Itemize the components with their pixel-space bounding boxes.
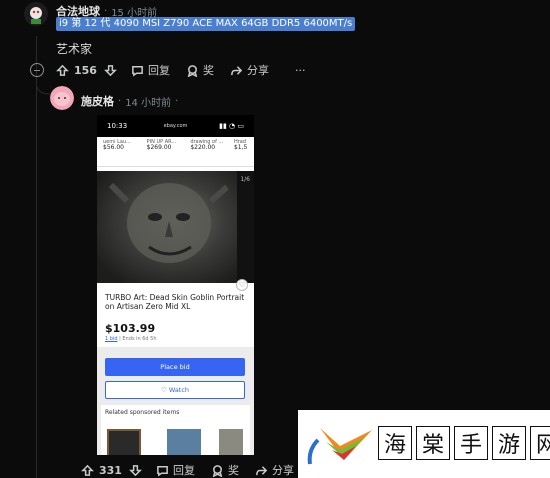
avatar[interactable] (50, 86, 74, 110)
watch-button: ♡ Watch (105, 381, 245, 399)
downvote-icon[interactable] (129, 464, 142, 477)
share-icon (256, 465, 268, 475)
award-button[interactable]: 奖 (186, 62, 214, 78)
goblin-portrait-image (97, 171, 237, 283)
related-thumb (219, 429, 243, 455)
place-bid-button: Place bid (105, 358, 245, 376)
url-bar: ebay.com (163, 123, 188, 129)
downvote-icon[interactable] (104, 64, 117, 77)
more-icon: ··· (294, 63, 306, 77)
watermark-logo-icon (307, 428, 372, 465)
similar-items-row: uemi Lau... $56.00 PIN UP AR... $269.00 dr… (97, 137, 254, 167)
related-items: Related sponsored items (101, 405, 250, 455)
comment-body: 艺术家 (56, 42, 93, 56)
listing-title: TURBO Art: Dead Skin Goblin Portrait on … (105, 293, 245, 311)
related-title: Related sponsored items (105, 409, 180, 416)
embedded-image[interactable]: 10:33 ▮▮ ◔ ▭ ebay.com uemi Lau... $56.00 … (97, 115, 254, 455)
watermark-char: 棠 (416, 426, 450, 460)
award-icon (212, 464, 223, 477)
vote-count: 156 (74, 63, 97, 77)
similar-item: PIN UP AR... $269.00 (146, 139, 177, 151)
related-thumb (167, 429, 201, 455)
vote-count: 331 (99, 463, 122, 477)
share-label: 分享 (246, 64, 269, 77)
phone-status-bar: 10:33 ▮▮ ◔ ▭ ebay.com (97, 115, 254, 137)
watermark-text: 海 棠 手 游 网 (378, 426, 550, 460)
share-label: 分享 (271, 464, 294, 477)
separator-dot: · (175, 95, 179, 107)
watermark-char: 手 (454, 426, 488, 460)
avatar[interactable] (24, 2, 48, 26)
share-icon (231, 65, 243, 75)
share-button[interactable]: 分享 (255, 462, 294, 478)
award-label: 奖 (202, 64, 214, 77)
upvote-icon[interactable] (81, 464, 94, 477)
watermark-char: 游 (492, 426, 526, 460)
username[interactable]: 施皮格 (81, 93, 114, 109)
thread-line[interactable] (36, 78, 37, 478)
comment-actions: 156 回复 奖 分享 ··· (56, 60, 321, 80)
listing-price: $103.99 (105, 322, 156, 335)
related-thumb (107, 429, 141, 455)
vote-group: 156 (56, 64, 117, 77)
reply-button[interactable]: 回复 (131, 62, 170, 78)
reply-button[interactable]: 回复 (156, 462, 195, 478)
comment-bubble-icon (157, 465, 168, 477)
award-label: 奖 (227, 464, 239, 477)
share-button[interactable]: 分享 (230, 62, 269, 78)
similar-item: drawing of ... $220.00 (190, 139, 224, 151)
award-icon (187, 64, 198, 77)
watermark: 海 棠 手 游 网 (298, 410, 550, 478)
comment-bubble-icon (132, 65, 143, 77)
vote-group: 331 (81, 464, 142, 477)
separator-dot: · (104, 5, 108, 17)
more-options-button[interactable]: ··· (295, 64, 306, 77)
reply-label: 回复 (172, 464, 195, 477)
watermark-char: 海 (378, 426, 412, 460)
similar-item: uemi Lau... $56.00 (103, 139, 131, 151)
image-counter: 1/6 (240, 176, 250, 183)
comment-header: 施皮格 · 14 小时前 · (81, 93, 182, 109)
similar-item: Hrad $1,5 (233, 139, 248, 151)
upvote-icon[interactable] (56, 64, 69, 77)
award-button[interactable]: 奖 (211, 462, 239, 478)
user-flair: i9 第 12 代 4090 MSI Z790 ACE MAX 64GB DDR… (56, 17, 356, 31)
bid-info: 1 bid | Ends in 6d 5h (105, 336, 157, 342)
heart-icon[interactable]: ♡ (236, 279, 248, 291)
watermark-char: 网 (530, 426, 550, 460)
separator-dot: · (118, 95, 122, 107)
collapse-thread-button[interactable] (30, 63, 44, 77)
product-image: 1/6 (97, 171, 254, 283)
comment-actions: 331 回复 奖 分享 (81, 460, 310, 478)
reply-label: 回复 (147, 64, 170, 77)
timestamp[interactable]: 14 小时前 (125, 94, 171, 109)
